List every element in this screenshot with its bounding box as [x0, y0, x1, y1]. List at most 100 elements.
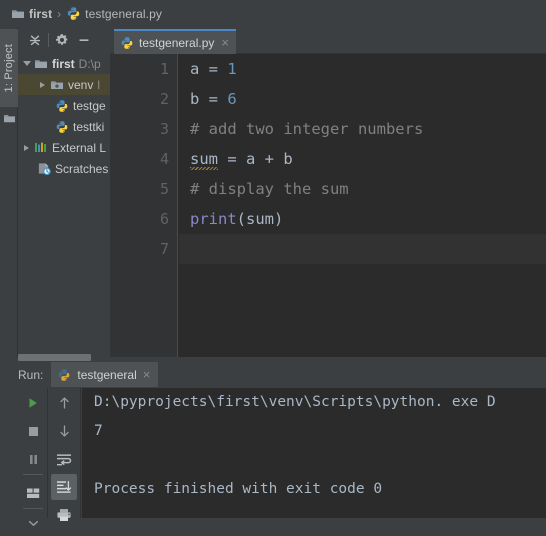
scrollbar-thumb[interactable]	[18, 354, 91, 361]
code-line[interactable]: a = 1	[179, 54, 546, 84]
arrow-up-icon	[58, 396, 71, 410]
pause-button[interactable]	[18, 446, 48, 472]
external-libraries-icon	[33, 141, 49, 154]
tree-node-label: External L	[52, 140, 107, 155]
project-horizontal-scrollbar[interactable]	[18, 353, 110, 361]
breadcrumb-separator: ›	[57, 6, 62, 21]
code-line[interactable]: # display the sum	[179, 174, 546, 204]
settings-button[interactable]	[51, 29, 73, 51]
tree-node-label: venv	[68, 77, 94, 92]
code-token: 6	[227, 90, 237, 108]
toolbar-divider	[48, 33, 49, 47]
close-icon[interactable]: ×	[143, 368, 151, 381]
code-token: = a + b	[218, 150, 293, 168]
toolbar-divider	[23, 508, 43, 509]
tree-node-testgeneral[interactable]: testge	[18, 95, 110, 116]
folder-icon	[11, 8, 25, 20]
scratches-icon	[36, 162, 52, 176]
code-token: (sum)	[236, 210, 284, 228]
tree-node-path: l	[97, 77, 101, 92]
breadcrumb-item-file[interactable]: testgeneral.py	[63, 4, 165, 23]
python-icon	[57, 368, 71, 382]
more-button[interactable]	[18, 510, 48, 536]
code-line[interactable]: # add two integer numbers	[179, 114, 546, 144]
code-token: 1	[227, 60, 237, 78]
tree-node-label: testtki	[73, 119, 105, 134]
gear-icon	[55, 33, 69, 47]
line-number: 3	[159, 120, 169, 138]
tree-node-first[interactable]: first D:\p	[18, 53, 110, 74]
print-button[interactable]	[49, 502, 79, 528]
code-token: =	[199, 90, 228, 108]
tree-node-label: Scratches	[55, 161, 109, 176]
console-line: D:\pyprojects\first\venv\Scripts\python.…	[94, 394, 496, 410]
tree-node-label: testge	[73, 98, 106, 113]
tree-node-external-libraries[interactable]: External L	[18, 137, 110, 158]
code-comment: # add two integer numbers	[190, 120, 424, 138]
run-console[interactable]: D:\pyprojects\first\venv\Scripts\python.…	[82, 388, 546, 518]
tree-node-testtkinter[interactable]: testtki	[18, 116, 110, 137]
layout-icon	[26, 487, 41, 500]
scroll-to-end-icon	[56, 480, 72, 494]
chevron-down-icon	[28, 519, 39, 528]
hide-button[interactable]	[73, 29, 95, 51]
chevron-right-icon[interactable]	[36, 74, 49, 95]
chevron-right-icon[interactable]	[20, 137, 33, 158]
tool-window-tab-project[interactable]: 1: Project	[0, 29, 18, 107]
scroll-to-end-button[interactable]	[51, 474, 77, 500]
code-token: =	[199, 60, 228, 78]
venv-folder-icon	[49, 79, 65, 91]
editor-area: testgeneral.py × 1 2 3 4 5 6 7 a = 1 b =…	[110, 27, 546, 357]
editor-gutter[interactable]: 1 2 3 4 5 6 7	[110, 54, 178, 357]
project-tool-window: first D:\p venv l testge testtki Externa…	[18, 27, 110, 357]
folder-icon[interactable]	[3, 113, 16, 124]
rerun-button[interactable]	[18, 390, 48, 416]
tree-node-path: D:\p	[78, 56, 101, 71]
run-title: Run:	[18, 367, 44, 382]
code-token: b	[190, 90, 200, 108]
stop-button[interactable]	[18, 418, 48, 444]
collapse-all-button[interactable]	[24, 29, 46, 51]
code-line-current[interactable]	[179, 234, 546, 264]
restore-layout-button[interactable]	[18, 480, 48, 506]
tree-node-venv[interactable]: venv l	[18, 74, 110, 95]
toolbar-divider	[23, 474, 43, 475]
run-toolbar-right	[49, 388, 81, 521]
breadcrumb: first › testgeneral.py	[0, 0, 546, 27]
soft-wrap-icon	[56, 453, 72, 466]
code-token: print	[190, 210, 237, 228]
run-tool-window: Run: testgeneral × D:\pyprojects\first\v…	[0, 361, 546, 526]
console-line: 7	[94, 423, 103, 439]
console-line: Process finished with exit code 0	[94, 481, 383, 497]
folder-icon	[33, 58, 49, 70]
line-number: 4	[159, 150, 169, 168]
project-toolbar	[18, 27, 110, 53]
code-token: a	[190, 60, 200, 78]
line-number: 7	[159, 240, 169, 258]
arrow-down-icon	[58, 424, 71, 438]
run-configuration-tab[interactable]: testgeneral ×	[51, 362, 159, 387]
chevron-down-icon[interactable]	[20, 53, 33, 74]
stop-icon	[27, 425, 40, 438]
breadcrumb-item-project[interactable]: first	[8, 4, 55, 23]
soft-wrap-button[interactable]	[49, 446, 79, 472]
code-editor[interactable]: a = 1 b = 6 # add two integer numbers su…	[179, 54, 546, 357]
pycharm-window: first › testgeneral.py 1: Project first …	[0, 0, 546, 526]
close-icon[interactable]: ×	[221, 36, 229, 49]
code-line[interactable]: print (sum)	[179, 204, 546, 234]
pause-icon	[27, 453, 40, 466]
code-token-warning: sum	[190, 150, 218, 170]
run-toolbar-left	[18, 388, 48, 526]
breadcrumb-project-label: first	[29, 6, 53, 21]
line-number: 6	[159, 210, 169, 228]
down-stacktrace-button[interactable]	[49, 418, 79, 444]
tree-node-scratches[interactable]: Scratches	[18, 158, 110, 179]
python-file-icon	[54, 120, 70, 134]
code-line[interactable]: sum = a + b	[179, 144, 546, 174]
up-stacktrace-button[interactable]	[49, 390, 79, 416]
code-line[interactable]: b = 6	[179, 84, 546, 114]
tool-window-tab-label: 1: Project	[3, 43, 15, 93]
breadcrumb-file-label: testgeneral.py	[85, 6, 162, 21]
editor-tab-testgeneral[interactable]: testgeneral.py ×	[114, 29, 236, 54]
tree-node-label: first	[52, 56, 75, 71]
